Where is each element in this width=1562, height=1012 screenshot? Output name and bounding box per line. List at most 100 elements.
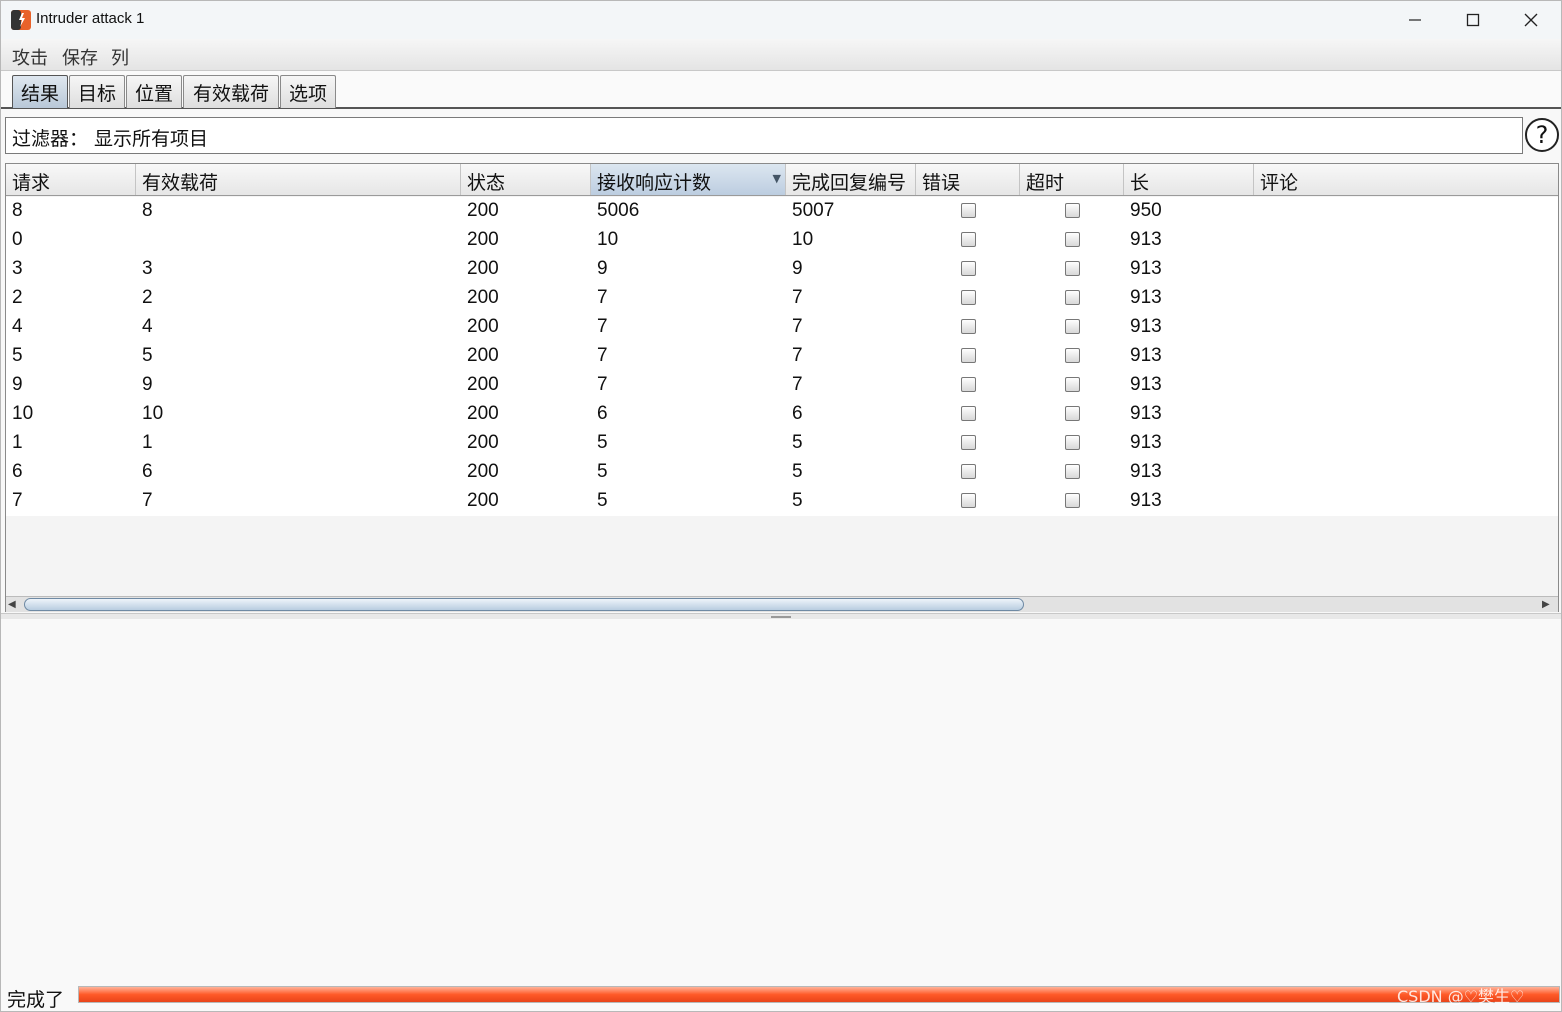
timeout-checkbox[interactable] xyxy=(1065,348,1080,363)
cell-request: 6 xyxy=(12,461,23,482)
column-header-payload[interactable]: 有效载荷 xyxy=(136,164,461,195)
cell-status: 200 xyxy=(467,345,499,366)
help-button[interactable]: ? xyxy=(1525,118,1559,152)
table-row[interactable]: 9 9 200 7 7 913 xyxy=(6,371,1558,400)
cell-payload: 8 xyxy=(142,200,153,221)
timeout-checkbox[interactable] xyxy=(1065,493,1080,508)
menu-save[interactable]: 保存 xyxy=(62,44,98,70)
table-row[interactable]: 1 1 200 5 5 913 xyxy=(6,429,1558,458)
minimize-button[interactable] xyxy=(1386,1,1444,39)
scroll-right-icon[interactable]: ▶ xyxy=(1542,599,1554,611)
cell-payload: 5 xyxy=(142,345,153,366)
cell-payload: 7 xyxy=(142,490,153,511)
table-row[interactable]: 7 7 200 5 5 913 xyxy=(6,487,1558,516)
table-row[interactable]: 0 200 10 10 913 xyxy=(6,226,1558,255)
cell-completed: 5 xyxy=(792,461,803,482)
table-row[interactable]: 10 10 200 6 6 913 xyxy=(6,400,1558,429)
close-button[interactable] xyxy=(1502,1,1560,39)
tab-positions[interactable]: 位置 xyxy=(126,75,182,108)
column-header-length[interactable]: 长 xyxy=(1124,164,1254,195)
tab-payloads[interactable]: 有效载荷 xyxy=(183,75,279,108)
column-header-received-label: 接收响应计数 xyxy=(597,172,712,194)
error-checkbox[interactable] xyxy=(961,406,976,421)
maximize-button[interactable] xyxy=(1444,1,1502,39)
scroll-left-icon[interactable]: ◀ xyxy=(8,599,20,611)
cell-request: 1 xyxy=(12,432,23,453)
cell-payload: 6 xyxy=(142,461,153,482)
cell-received: 5 xyxy=(597,461,608,482)
filter-bar[interactable]: 过滤器： 显示所有项目 xyxy=(5,117,1523,154)
column-header-completed[interactable]: 完成回复编号 xyxy=(786,164,916,195)
cell-completed: 6 xyxy=(792,403,803,424)
menu-columns[interactable]: 列 xyxy=(111,44,129,70)
timeout-checkbox[interactable] xyxy=(1065,377,1080,392)
cell-length: 950 xyxy=(1130,200,1162,221)
cell-payload: 10 xyxy=(142,403,164,424)
sort-descending-icon: ▼ xyxy=(772,172,781,185)
results-table: 请求 有效载荷 状态 接收响应计数 ▼ 完成回复编号 错误 超时 长 评论 8 8… xyxy=(5,163,1559,612)
cell-request: 8 xyxy=(12,200,23,221)
cell-status: 200 xyxy=(467,258,499,279)
error-checkbox[interactable] xyxy=(961,232,976,247)
table-row[interactable]: 3 3 200 9 9 913 xyxy=(6,255,1558,284)
intruder-window: Intruder attack 1 攻击 保存 列 结果 目标 位置 有效载荷 … xyxy=(0,0,1562,1012)
cell-payload: 1 xyxy=(142,432,153,453)
cell-received: 7 xyxy=(597,287,608,308)
table-row[interactable]: 6 6 200 5 5 913 xyxy=(6,458,1558,487)
cell-status: 200 xyxy=(467,461,499,482)
menu-attack[interactable]: 攻击 xyxy=(12,44,48,70)
timeout-checkbox[interactable] xyxy=(1065,464,1080,479)
column-header-error[interactable]: 错误 xyxy=(916,164,1020,195)
column-header-request[interactable]: 请求 xyxy=(6,164,136,195)
error-checkbox[interactable] xyxy=(961,290,976,305)
cell-received: 5 xyxy=(597,490,608,511)
column-header-comment[interactable]: 评论 xyxy=(1254,164,1558,195)
tab-target[interactable]: 目标 xyxy=(69,75,125,108)
error-checkbox[interactable] xyxy=(961,377,976,392)
cell-received: 6 xyxy=(597,403,608,424)
cell-length: 913 xyxy=(1130,374,1162,395)
cell-status: 200 xyxy=(467,403,499,424)
timeout-checkbox[interactable] xyxy=(1065,203,1080,218)
scrollbar-thumb[interactable] xyxy=(24,598,1024,611)
timeout-checkbox[interactable] xyxy=(1065,319,1080,334)
column-header-timeout[interactable]: 超时 xyxy=(1020,164,1124,195)
column-header-received[interactable]: 接收响应计数 ▼ xyxy=(591,164,786,195)
timeout-checkbox[interactable] xyxy=(1065,435,1080,450)
burp-icon xyxy=(11,10,31,30)
title-bar[interactable]: Intruder attack 1 xyxy=(1,1,1561,39)
error-checkbox[interactable] xyxy=(961,203,976,218)
table-row[interactable]: 5 5 200 7 7 913 xyxy=(6,342,1558,371)
error-checkbox[interactable] xyxy=(961,319,976,334)
error-checkbox[interactable] xyxy=(961,493,976,508)
close-icon xyxy=(1524,13,1538,27)
table-row[interactable]: 8 8 200 5006 5007 950 xyxy=(6,197,1558,226)
splitter-grip-icon[interactable] xyxy=(771,616,791,618)
timeout-checkbox[interactable] xyxy=(1065,406,1080,421)
cell-completed: 7 xyxy=(792,374,803,395)
timeout-checkbox[interactable] xyxy=(1065,261,1080,276)
error-checkbox[interactable] xyxy=(961,348,976,363)
tab-options[interactable]: 选项 xyxy=(280,75,336,108)
table-row[interactable]: 2 2 200 7 7 913 xyxy=(6,284,1558,313)
error-checkbox[interactable] xyxy=(961,261,976,276)
horizontal-scrollbar[interactable]: ◀ ▶ xyxy=(6,596,1558,612)
status-text: 完成了 xyxy=(7,989,65,1011)
timeout-checkbox[interactable] xyxy=(1065,232,1080,247)
error-checkbox[interactable] xyxy=(961,435,976,450)
cell-request: 7 xyxy=(12,490,23,511)
cell-request: 3 xyxy=(12,258,23,279)
timeout-checkbox[interactable] xyxy=(1065,290,1080,305)
table-row[interactable]: 4 4 200 7 7 913 xyxy=(6,313,1558,342)
error-checkbox[interactable] xyxy=(961,464,976,479)
cell-request: 2 xyxy=(12,287,23,308)
tab-results[interactable]: 结果 xyxy=(12,75,68,108)
progress-bar xyxy=(78,986,1560,1003)
table-body: 8 8 200 5006 5007 950 0 200 10 10 913 3 3 200 9 9 913 2 2 2… xyxy=(6,197,1558,516)
cell-received: 9 xyxy=(597,258,608,279)
cell-status: 200 xyxy=(467,229,499,250)
cell-length: 913 xyxy=(1130,316,1162,337)
progress-fill xyxy=(79,987,1559,1002)
tab-bar: 结果 目标 位置 有效载荷 选项 xyxy=(1,71,1561,109)
column-header-status[interactable]: 状态 xyxy=(461,164,591,195)
